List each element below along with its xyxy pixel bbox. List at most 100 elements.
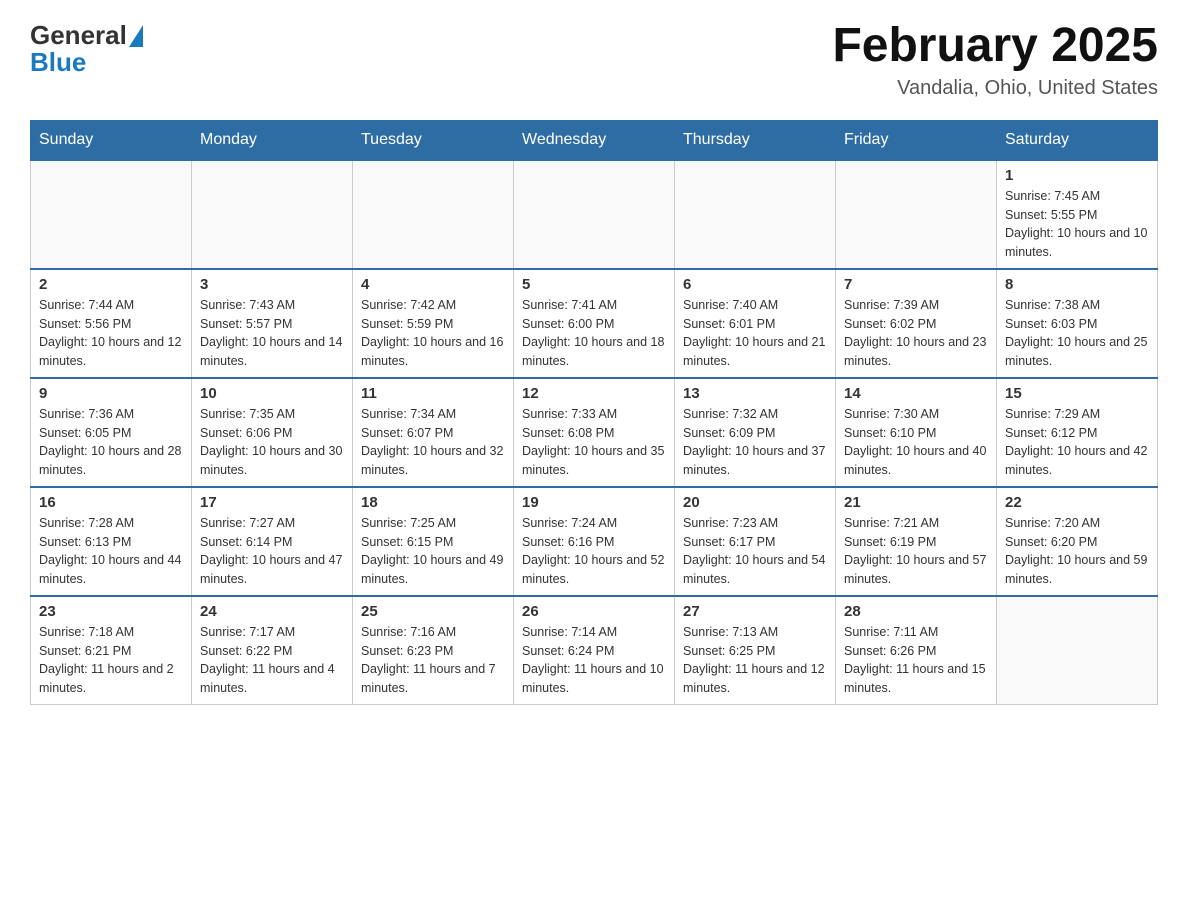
day-info: Sunrise: 7:35 AM Sunset: 6:06 PM Dayligh… [200,405,344,480]
logo-triangle-icon [129,25,143,47]
day-number: 13 [683,385,827,402]
day-cell: 4 Sunrise: 7:42 AM Sunset: 5:59 PM Daylig… [353,269,514,378]
day-number: 21 [844,494,988,511]
month-title: February 2025 [832,20,1158,73]
day-cell: 13 Sunrise: 7:32 AM Sunset: 6:09 PM Dayli… [675,378,836,487]
day-cell: 10 Sunrise: 7:35 AM Sunset: 6:06 PM Dayli… [192,378,353,487]
col-header-wednesday: Wednesday [514,120,675,160]
day-cell: 2 Sunrise: 7:44 AM Sunset: 5:56 PM Daylig… [31,269,192,378]
day-info: Sunrise: 7:45 AM Sunset: 5:55 PM Dayligh… [1005,187,1149,262]
day-cell [353,160,514,269]
calendar-table: SundayMondayTuesdayWednesdayThursdayFrid… [30,120,1158,705]
day-cell: 7 Sunrise: 7:39 AM Sunset: 6:02 PM Daylig… [836,269,997,378]
day-info: Sunrise: 7:27 AM Sunset: 6:14 PM Dayligh… [200,514,344,589]
day-number: 25 [361,603,505,620]
day-cell [836,160,997,269]
day-cell: 26 Sunrise: 7:14 AM Sunset: 6:24 PM Dayli… [514,596,675,705]
day-cell: 28 Sunrise: 7:11 AM Sunset: 6:26 PM Dayli… [836,596,997,705]
day-info: Sunrise: 7:42 AM Sunset: 5:59 PM Dayligh… [361,296,505,371]
day-number: 19 [522,494,666,511]
day-cell [514,160,675,269]
day-info: Sunrise: 7:17 AM Sunset: 6:22 PM Dayligh… [200,623,344,698]
day-info: Sunrise: 7:34 AM Sunset: 6:07 PM Dayligh… [361,405,505,480]
title-block: February 2025 Vandalia, Ohio, United Sta… [832,20,1158,100]
day-info: Sunrise: 7:14 AM Sunset: 6:24 PM Dayligh… [522,623,666,698]
day-number: 8 [1005,276,1149,293]
day-info: Sunrise: 7:33 AM Sunset: 6:08 PM Dayligh… [522,405,666,480]
day-cell: 23 Sunrise: 7:18 AM Sunset: 6:21 PM Dayli… [31,596,192,705]
day-number: 2 [39,276,183,293]
day-number: 22 [1005,494,1149,511]
day-number: 18 [361,494,505,511]
day-info: Sunrise: 7:36 AM Sunset: 6:05 PM Dayligh… [39,405,183,480]
col-header-saturday: Saturday [997,120,1158,160]
day-info: Sunrise: 7:21 AM Sunset: 6:19 PM Dayligh… [844,514,988,589]
location: Vandalia, Ohio, United States [832,77,1158,100]
day-number: 11 [361,385,505,402]
day-info: Sunrise: 7:40 AM Sunset: 6:01 PM Dayligh… [683,296,827,371]
day-number: 6 [683,276,827,293]
col-header-thursday: Thursday [675,120,836,160]
day-info: Sunrise: 7:41 AM Sunset: 6:00 PM Dayligh… [522,296,666,371]
day-cell: 6 Sunrise: 7:40 AM Sunset: 6:01 PM Daylig… [675,269,836,378]
day-cell [31,160,192,269]
day-cell: 12 Sunrise: 7:33 AM Sunset: 6:08 PM Dayli… [514,378,675,487]
day-info: Sunrise: 7:11 AM Sunset: 6:26 PM Dayligh… [844,623,988,698]
day-cell [997,596,1158,705]
day-info: Sunrise: 7:13 AM Sunset: 6:25 PM Dayligh… [683,623,827,698]
day-cell: 22 Sunrise: 7:20 AM Sunset: 6:20 PM Dayli… [997,487,1158,596]
day-cell: 17 Sunrise: 7:27 AM Sunset: 6:14 PM Dayli… [192,487,353,596]
day-info: Sunrise: 7:32 AM Sunset: 6:09 PM Dayligh… [683,405,827,480]
day-info: Sunrise: 7:44 AM Sunset: 5:56 PM Dayligh… [39,296,183,371]
day-info: Sunrise: 7:39 AM Sunset: 6:02 PM Dayligh… [844,296,988,371]
day-cell: 15 Sunrise: 7:29 AM Sunset: 6:12 PM Dayli… [997,378,1158,487]
day-cell: 24 Sunrise: 7:17 AM Sunset: 6:22 PM Dayli… [192,596,353,705]
logo: General Blue [30,20,143,78]
day-cell: 3Sunrise: 7:43 AM Sunset: 5:57 PM Daylig… [192,269,353,378]
day-cell: 19Sunrise: 7:24 AM Sunset: 6:16 PM Dayli… [514,487,675,596]
day-number: 24 [200,603,344,620]
day-cell: 18 Sunrise: 7:25 AM Sunset: 6:15 PM Dayli… [353,487,514,596]
day-cell [675,160,836,269]
day-number: 4 [361,276,505,293]
day-number: 16 [39,494,183,511]
day-number: 12 [522,385,666,402]
day-cell: 14Sunrise: 7:30 AM Sunset: 6:10 PM Dayli… [836,378,997,487]
day-cell: 11 Sunrise: 7:34 AM Sunset: 6:07 PM Dayli… [353,378,514,487]
day-cell: 9Sunrise: 7:36 AM Sunset: 6:05 PM Daylig… [31,378,192,487]
day-info: Sunrise: 7:25 AM Sunset: 6:15 PM Dayligh… [361,514,505,589]
day-info: Sunrise: 7:38 AM Sunset: 6:03 PM Dayligh… [1005,296,1149,371]
week-row-1: 1Sunrise: 7:45 AM Sunset: 5:55 PM Daylig… [31,160,1158,269]
day-info: Sunrise: 7:29 AM Sunset: 6:12 PM Dayligh… [1005,405,1149,480]
day-cell: 25Sunrise: 7:16 AM Sunset: 6:23 PM Dayli… [353,596,514,705]
day-cell: 27 Sunrise: 7:13 AM Sunset: 6:25 PM Dayli… [675,596,836,705]
day-cell [192,160,353,269]
week-row-4: 16Sunrise: 7:28 AM Sunset: 6:13 PM Dayli… [31,487,1158,596]
day-number: 26 [522,603,666,620]
logo-blue: Blue [30,47,86,78]
day-info: Sunrise: 7:20 AM Sunset: 6:20 PM Dayligh… [1005,514,1149,589]
day-info: Sunrise: 7:23 AM Sunset: 6:17 PM Dayligh… [683,514,827,589]
day-number: 28 [844,603,988,620]
day-number: 7 [844,276,988,293]
day-number: 17 [200,494,344,511]
day-info: Sunrise: 7:18 AM Sunset: 6:21 PM Dayligh… [39,623,183,698]
col-header-monday: Monday [192,120,353,160]
day-cell: 1Sunrise: 7:45 AM Sunset: 5:55 PM Daylig… [997,160,1158,269]
col-header-friday: Friday [836,120,997,160]
day-number: 20 [683,494,827,511]
week-row-2: 2 Sunrise: 7:44 AM Sunset: 5:56 PM Daylig… [31,269,1158,378]
week-row-5: 23 Sunrise: 7:18 AM Sunset: 6:21 PM Dayli… [31,596,1158,705]
day-info: Sunrise: 7:30 AM Sunset: 6:10 PM Dayligh… [844,405,988,480]
day-number: 27 [683,603,827,620]
day-cell: 20 Sunrise: 7:23 AM Sunset: 6:17 PM Dayli… [675,487,836,596]
day-cell: 8 Sunrise: 7:38 AM Sunset: 6:03 PM Daylig… [997,269,1158,378]
day-cell: 5Sunrise: 7:41 AM Sunset: 6:00 PM Daylig… [514,269,675,378]
page-header: General Blue February 2025 Vandalia, Ohi… [30,20,1158,100]
col-header-tuesday: Tuesday [353,120,514,160]
day-number: 10 [200,385,344,402]
day-info: Sunrise: 7:43 AM Sunset: 5:57 PM Dayligh… [200,296,344,371]
day-number: 23 [39,603,183,620]
day-number: 15 [1005,385,1149,402]
week-row-3: 9Sunrise: 7:36 AM Sunset: 6:05 PM Daylig… [31,378,1158,487]
